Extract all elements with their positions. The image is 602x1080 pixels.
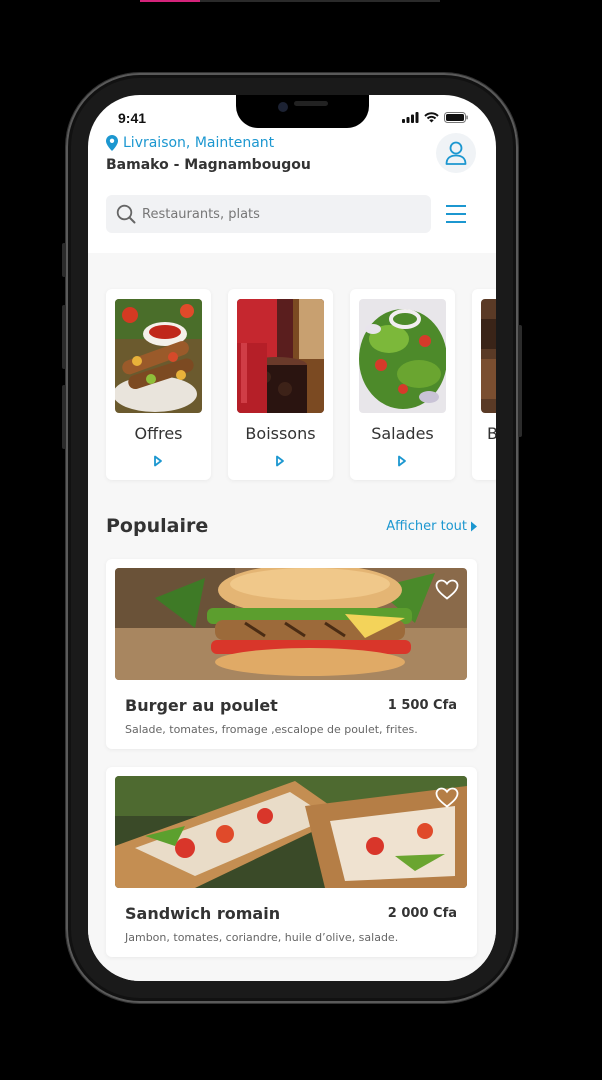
search-icon (116, 204, 136, 224)
category-label-partial: B (487, 424, 496, 443)
category-carousel[interactable]: Offres Boissons Salades B (106, 289, 496, 480)
food-name-burger: Burger au poulet (125, 696, 278, 715)
favorite-heart-icon[interactable] (435, 787, 459, 808)
caret-right-icon (471, 521, 477, 532)
food-description-burger: Salade, tomates, fromage ,escalope de po… (125, 723, 418, 736)
delivery-location[interactable]: Livraison, Maintenant (106, 135, 274, 151)
volume-down-button (62, 385, 66, 449)
location-pin-icon (106, 135, 118, 151)
food-name-sandwich: Sandwich romain (125, 904, 281, 923)
category-label-salades: Salades (371, 424, 434, 443)
food-photo-burger (115, 568, 467, 680)
category-card-partial[interactable]: B (472, 289, 496, 480)
category-image-salades (359, 299, 446, 413)
play-arrow-icon (398, 455, 406, 467)
status-time: 9:41 (118, 110, 147, 126)
category-card-boissons[interactable]: Boissons (228, 289, 333, 480)
category-image-partial (481, 299, 496, 413)
category-label-boissons: Boissons (245, 424, 316, 443)
delivery-address: Bamako - Magnambougou (106, 157, 311, 173)
food-card-burger[interactable]: Burger au poulet 1 500 Cfa Salade, tomat… (106, 559, 477, 749)
hamburger-menu-icon (446, 205, 466, 223)
category-card-offres[interactable]: Offres (106, 289, 211, 480)
notch (236, 95, 369, 128)
search-input[interactable] (142, 206, 412, 222)
popular-title: Populaire (106, 515, 209, 537)
power-button (518, 325, 522, 437)
category-card-salades[interactable]: Salades (350, 289, 455, 480)
see-all-link[interactable]: Afficher tout (386, 519, 478, 534)
menu-button[interactable] (444, 203, 468, 225)
see-all-label: Afficher tout (386, 519, 467, 534)
user-icon (445, 141, 467, 165)
top-accent-bar (140, 0, 440, 2)
food-description-sandwich: Jambon, tomates, coriandre, huile d’oliv… (125, 931, 399, 944)
food-photo-sandwich (115, 776, 467, 888)
food-card-sandwich[interactable]: Sandwich romain 2 000 Cfa Jambon, tomate… (106, 767, 477, 957)
volume-up-button (62, 305, 66, 369)
food-price-sandwich: 2 000 Cfa (387, 906, 457, 921)
app-screen: 9:41 Livraison, Maintenant Bamako - Magn… (88, 95, 496, 981)
play-arrow-icon (276, 455, 284, 467)
play-arrow-icon (154, 455, 162, 467)
popular-section-header: Populaire Afficher tout (106, 515, 478, 537)
main-content: Offres Boissons Salades B Populaire Affi… (88, 253, 496, 981)
signal-icon (402, 112, 419, 123)
battery-icon (444, 112, 468, 123)
mute-switch (62, 243, 66, 277)
category-image-offres (115, 299, 202, 413)
food-price-burger: 1 500 Cfa (387, 698, 457, 713)
category-label-offres: Offres (134, 424, 183, 443)
favorite-heart-icon[interactable] (435, 579, 459, 600)
delivery-label: Livraison, Maintenant (123, 135, 275, 151)
profile-button[interactable] (436, 133, 476, 173)
category-image-boissons (237, 299, 324, 413)
search-bar[interactable] (106, 195, 431, 233)
wifi-icon (424, 112, 439, 123)
